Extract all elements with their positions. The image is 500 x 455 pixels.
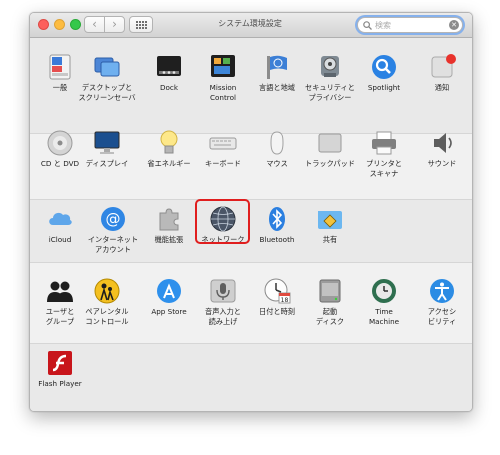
accessibility-icon: [427, 276, 457, 306]
date-time-icon: 18: [262, 276, 292, 306]
pref-label: セキュリティと プライバシー: [305, 83, 355, 102]
pref-label: キーボード: [205, 159, 241, 168]
search-icon: [363, 21, 372, 30]
title-bar: ‹ › システム環境設定 検索 ✕: [30, 13, 472, 38]
icloud-icon: [45, 204, 75, 234]
security-privacy-icon: [315, 52, 345, 82]
pref-label: Dock: [159, 83, 179, 92]
pref-label: ペアレンタル コントロール: [85, 307, 129, 326]
trackpad-icon: [315, 128, 345, 158]
pref-label: App Store: [151, 307, 187, 316]
pref-label: Flash Player: [38, 379, 82, 388]
notifications-icon: [427, 52, 457, 82]
mouse-icon: [262, 128, 292, 158]
pref-label: ディスプレイ: [85, 159, 129, 168]
pref-label: 通知: [434, 83, 450, 92]
pref-label: トラックパッド: [305, 159, 355, 168]
pref-label: 音声入力と 読み上げ: [205, 307, 241, 326]
energy-saver-icon: [154, 128, 184, 158]
svg-text:@: @: [106, 210, 121, 228]
users-groups-icon: [45, 276, 75, 306]
printer-scanner-icon: [369, 128, 399, 158]
parental-controls-icon: [92, 276, 122, 306]
dock-icon: [154, 52, 184, 82]
clear-search-icon[interactable]: ✕: [449, 20, 459, 30]
display-icon: [92, 128, 122, 158]
pref-label: Mission Control: [209, 83, 237, 102]
startup-disk-icon: [315, 276, 345, 306]
language-region-icon: [262, 52, 292, 82]
window-title: システム環境設定: [218, 19, 282, 28]
pref-label: 機能拡張: [154, 235, 184, 244]
minimize-window-button[interactable]: [54, 19, 65, 30]
network-highlight-box: [195, 199, 250, 244]
grid-icon: [136, 21, 147, 29]
pref-label: アクセシ ビリティ: [427, 307, 457, 326]
pref-label: デスクトップと スクリーンセーバ: [78, 83, 136, 102]
pref-label: 起動 ディスク: [315, 307, 345, 326]
spotlight-icon: [369, 52, 399, 82]
pref-label: 共有: [322, 235, 338, 244]
close-window-button[interactable]: [38, 19, 49, 30]
pref-label: Time Machine: [368, 307, 400, 326]
forward-button[interactable]: ›: [104, 16, 125, 33]
desktop-screensaver-icon: [92, 52, 122, 82]
svg-text:18: 18: [281, 297, 289, 304]
general-icon: [45, 52, 75, 82]
sound-icon: [427, 128, 457, 158]
time-machine-icon: [369, 276, 399, 306]
pref-label: インターネット アカウント: [87, 235, 139, 254]
back-button[interactable]: ‹: [84, 16, 105, 33]
search-placeholder: 検索: [375, 21, 391, 30]
chevron-left-icon: ‹: [92, 17, 97, 31]
show-all-button[interactable]: [129, 16, 153, 33]
extensions-icon: [154, 204, 184, 234]
keyboard-icon: [208, 128, 238, 158]
sharing-icon: [315, 204, 345, 234]
pref-label: サウンド: [427, 159, 457, 168]
internet-accounts-icon: @: [98, 204, 128, 234]
bluetooth-icon: [262, 204, 292, 234]
flash-player-icon: [45, 348, 75, 378]
app-store-icon: [154, 276, 184, 306]
pref-label: 省エネルギー: [147, 159, 191, 168]
section-other: [30, 343, 472, 411]
dictation-speech-icon: [208, 276, 238, 306]
pref-label: プリンタと スキャナ: [366, 159, 402, 178]
cd-dvd-icon: [45, 128, 75, 158]
search-field[interactable]: 検索 ✕: [357, 17, 463, 33]
chevron-right-icon: ›: [112, 17, 117, 31]
zoom-window-button[interactable]: [70, 19, 81, 30]
mission-control-icon: [208, 52, 238, 82]
pref-label: Spotlight: [367, 83, 401, 92]
